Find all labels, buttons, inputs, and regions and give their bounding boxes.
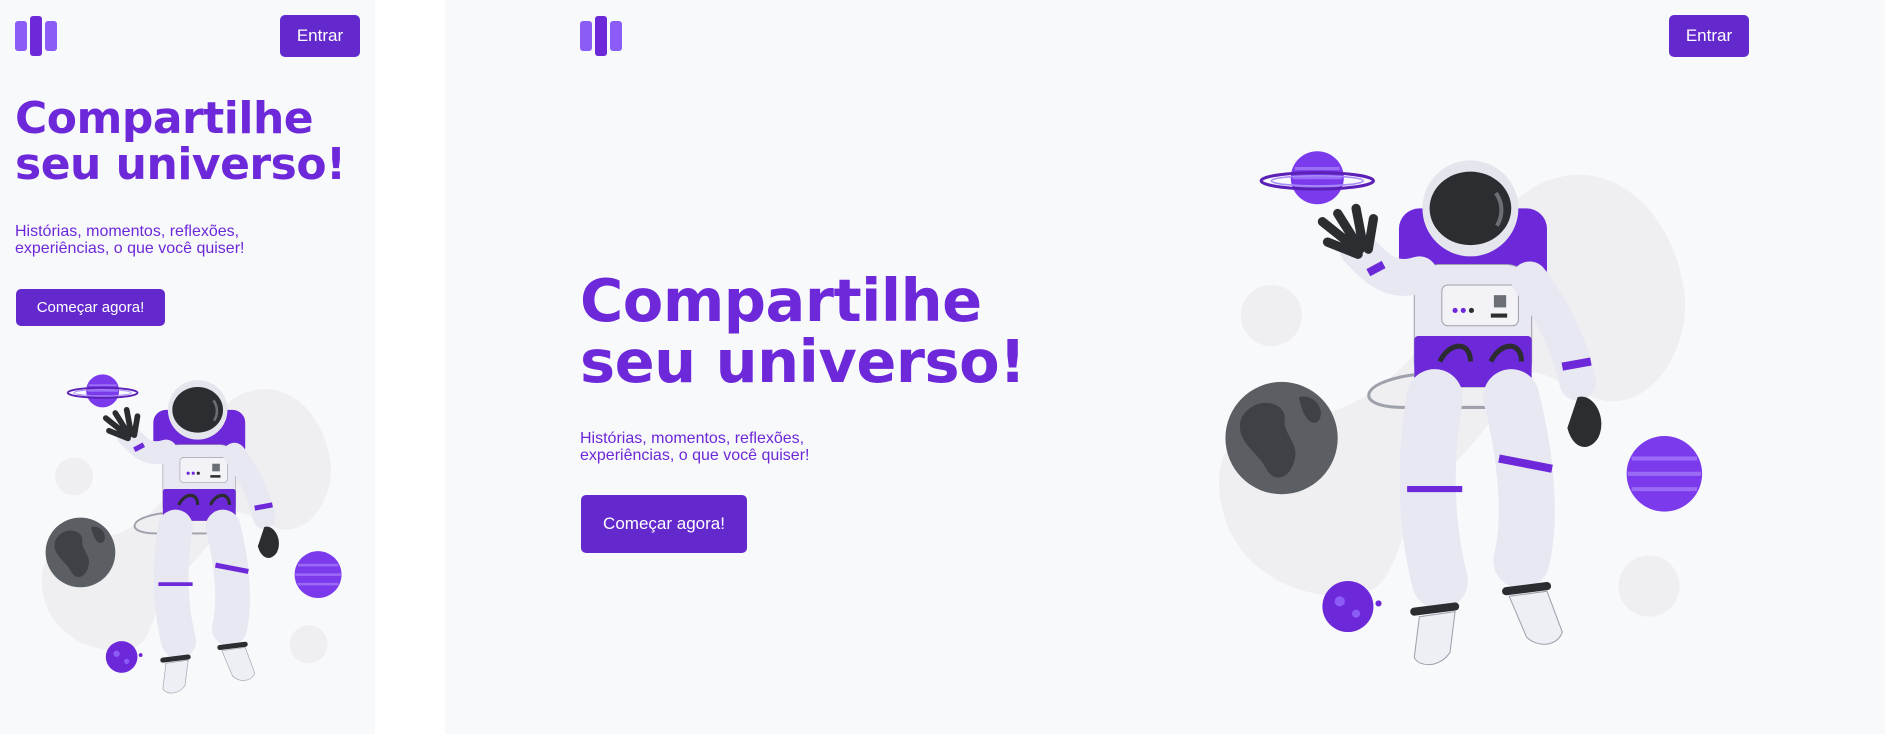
login-button[interactable]: Entrar	[280, 15, 360, 57]
get-started-button[interactable]: Começar agora!	[16, 289, 165, 326]
astronaut-illustration	[1205, 150, 1695, 670]
headline-line-1: Compartilhe	[15, 93, 314, 144]
subtitle: Histórias, momentos, reflexões, experiên…	[580, 430, 810, 465]
astronaut-illustration	[30, 375, 340, 695]
page-title: Compartilhe seu universo!	[580, 270, 1026, 393]
desktop-view: Entrar Compartilhe seu universo! Históri…	[445, 0, 1885, 734]
get-started-button[interactable]: Começar agora!	[581, 495, 747, 553]
app-logo-icon[interactable]	[580, 16, 622, 56]
subtitle-line-1: Histórias, momentos, reflexões,	[15, 223, 240, 240]
headline-line-1: Compartilhe	[580, 266, 982, 335]
subtitle-line-2: experiências, o que você quiser!	[580, 446, 810, 464]
subtitle-line-1: Histórias, momentos, reflexões,	[580, 430, 805, 447]
subtitle-line-2: experiências, o que você quiser!	[15, 239, 245, 257]
page-title: Compartilhe seu universo!	[15, 96, 346, 188]
mobile-view: Entrar Compartilhe seu universo! Históri…	[0, 0, 375, 734]
login-button[interactable]: Entrar	[1669, 15, 1749, 57]
headline-line-2: seu universo!	[15, 138, 346, 190]
headline-line-2: seu universo!	[580, 327, 1026, 397]
app-logo-icon[interactable]	[15, 16, 57, 56]
subtitle: Histórias, momentos, reflexões, experiên…	[15, 223, 245, 258]
